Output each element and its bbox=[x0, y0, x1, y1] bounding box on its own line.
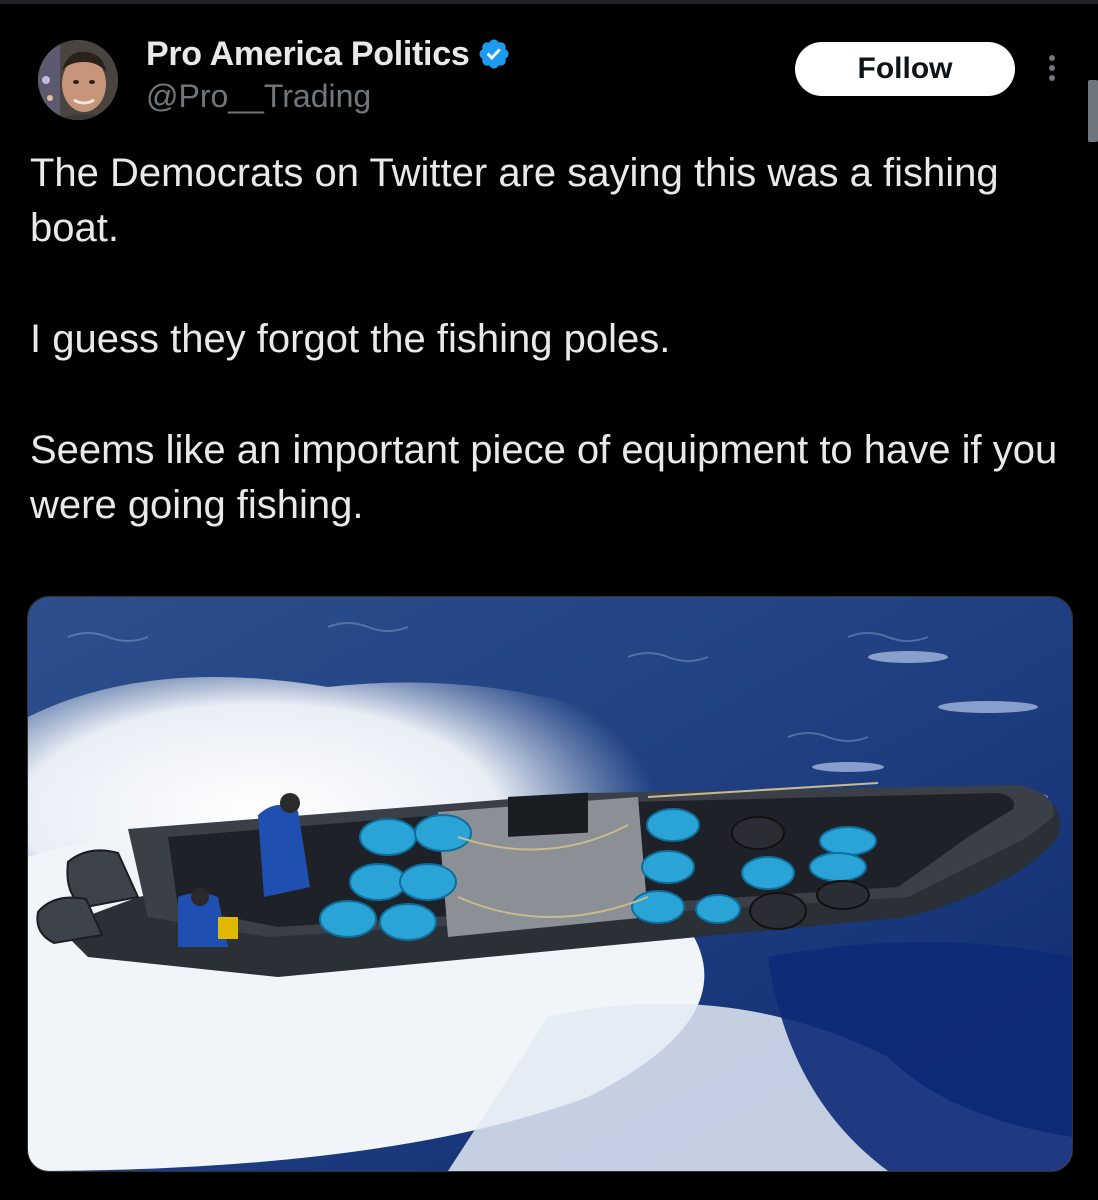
display-name[interactable]: Pro America Politics bbox=[146, 35, 470, 74]
divider bbox=[0, 0, 1098, 4]
scrollbar-thumb[interactable] bbox=[1088, 80, 1098, 142]
avatar-image bbox=[38, 40, 118, 120]
tweet-paragraph: Seems like an important piece of equipme… bbox=[30, 428, 1058, 527]
tweet-text: The Democrats on Twitter are saying this… bbox=[30, 146, 1060, 533]
tweet-paragraph: The Democrats on Twitter are saying this… bbox=[30, 151, 999, 250]
verified-badge-icon bbox=[477, 37, 511, 71]
tweet-paragraph: I guess they forgot the fishing poles. bbox=[30, 317, 671, 361]
author-row: Pro America Politics bbox=[146, 32, 511, 76]
tweet-photo[interactable] bbox=[27, 596, 1073, 1172]
boat-photo bbox=[28, 597, 1072, 1171]
follow-button[interactable]: Follow bbox=[795, 42, 1015, 96]
tweet-card: Pro America Politics @Pro__Trading Follo… bbox=[0, 0, 1098, 1200]
more-vertical-icon[interactable] bbox=[1040, 50, 1064, 86]
avatar[interactable] bbox=[38, 40, 118, 120]
author-handle[interactable]: @Pro__Trading bbox=[146, 78, 371, 115]
